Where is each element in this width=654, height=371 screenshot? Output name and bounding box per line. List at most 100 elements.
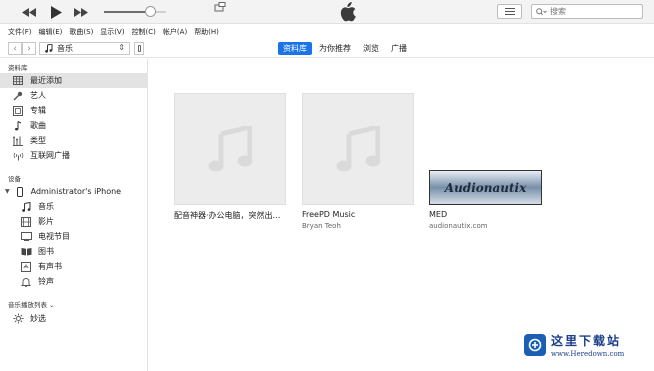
genre-icon: [12, 135, 24, 147]
sidebar: 资料库 最近添加 艺人 专辑 歌曲 类型 互联网广播 设备 ▼ Administ…: [0, 59, 148, 371]
album-artwork[interactable]: [302, 93, 414, 205]
site-watermark: 这里下载站 www.Heredown.com: [524, 328, 654, 362]
album-icon: [12, 105, 24, 117]
sidebar-item-label: 铃声: [38, 277, 54, 286]
album-card[interactable]: 配音神器·办公电脑，突然出…: [174, 93, 287, 224]
menu-edit[interactable]: 编辑(E): [39, 27, 63, 37]
sidebar-item-label: 艺人: [30, 91, 46, 100]
media-kind-label: 音乐: [57, 44, 73, 53]
play-button[interactable]: [47, 4, 65, 20]
chevron-left-icon: ‹: [13, 43, 17, 54]
sidebar-item-label: 图书: [38, 247, 54, 256]
search-field[interactable]: 搜索: [531, 4, 643, 19]
apple-logo-icon: [340, 2, 356, 22]
film-icon: [20, 216, 32, 228]
fast-forward-icon: [74, 7, 88, 17]
album-artist[interactable]: audionautix.com: [429, 222, 542, 230]
sidebar-item-label: 有声书: [38, 262, 62, 271]
device-name: Administrator's iPhone: [30, 187, 122, 196]
rewind-icon: [22, 7, 36, 17]
sidebar-item-artists[interactable]: 艺人: [0, 88, 147, 103]
album-card[interactable]: Audionautix MED audionautix.com: [429, 93, 542, 230]
music-note-placeholder-icon: [208, 126, 252, 172]
album-artwork[interactable]: Audionautix: [429, 170, 542, 205]
list-view-button[interactable]: [497, 4, 522, 19]
album-artist[interactable]: Bryan Teoh: [302, 222, 415, 230]
menu-song[interactable]: 歌曲(S): [69, 27, 93, 37]
radio-icon: [12, 150, 24, 162]
sidebar-item-label: 专辑: [30, 106, 46, 115]
sidebar-item-label: 音乐: [38, 202, 54, 211]
device-item-audiobooks[interactable]: 有声书: [0, 259, 147, 274]
tab-library[interactable]: 资料库: [278, 42, 312, 55]
album-title[interactable]: MED: [429, 210, 542, 219]
device-item-tv-shows[interactable]: 电视节目: [0, 229, 147, 244]
list-icon: [504, 8, 515, 15]
miniplayer-icon[interactable]: [214, 2, 226, 12]
sidebar-item-label: 互联网广播: [30, 151, 70, 160]
sidebar-item-label: 电视节目: [38, 232, 70, 241]
audiobook-icon: [20, 261, 32, 273]
sidebar-item-songs[interactable]: 歌曲: [0, 118, 147, 133]
note-icon: [12, 120, 24, 132]
device-item-books[interactable]: 图书: [0, 244, 147, 259]
device-button[interactable]: [134, 42, 144, 55]
watermark-url: www.Heredown.com: [551, 350, 625, 358]
updown-chevron-icon: ⇕: [118, 43, 125, 52]
navigation-bar: ‹ › 音乐 ⇕ 资料库 为你推荐 浏览 广播: [0, 39, 654, 58]
menu-help[interactable]: 帮助(H): [194, 27, 219, 37]
album-title[interactable]: FreePD Music: [302, 210, 415, 219]
volume-slider[interactable]: [104, 11, 166, 13]
download-site-logo-icon: [524, 334, 546, 356]
rewind-button[interactable]: [20, 4, 38, 20]
sidebar-item-genres[interactable]: 类型: [0, 133, 147, 148]
sidebar-item-recently-added[interactable]: 最近添加: [0, 73, 147, 88]
book-icon: [20, 246, 32, 258]
audionautix-logo: Audionautix: [444, 180, 527, 195]
device-item-movies[interactable]: 影片: [0, 214, 147, 229]
menu-controls[interactable]: 控制(C): [132, 27, 156, 37]
tab-radio[interactable]: 广播: [386, 42, 412, 55]
media-kind-select[interactable]: 音乐 ⇕: [39, 42, 130, 55]
playlists-header[interactable]: 音乐播放列表 ⌄: [8, 299, 54, 309]
tab-browse[interactable]: 浏览: [358, 42, 384, 55]
music-note-icon: [45, 44, 53, 53]
tab-bar: 资料库 为你推荐 浏览 广播: [278, 42, 414, 55]
microphone-icon: [12, 90, 24, 102]
device-item-music[interactable]: 音乐: [0, 199, 147, 214]
music-note-icon: [20, 201, 32, 213]
genius-icon: [12, 313, 24, 325]
menu-account[interactable]: 帐户(A): [163, 27, 187, 37]
sidebar-item-label: 影片: [38, 217, 54, 226]
search-placeholder: 搜索: [550, 7, 566, 16]
volume-knob[interactable]: [144, 6, 156, 17]
fast-forward-button[interactable]: [72, 4, 90, 20]
album-title[interactable]: 配音神器·办公电脑，突然出…: [174, 210, 287, 221]
chevron-right-icon: ›: [27, 43, 31, 54]
sidebar-item-internet-radio[interactable]: 互联网广播: [0, 148, 147, 163]
tv-icon: [20, 231, 32, 243]
tab-for-you[interactable]: 为你推荐: [314, 42, 356, 55]
forward-button[interactable]: ›: [22, 42, 36, 55]
watermark-title: 这里下载站: [551, 334, 622, 348]
sidebar-item-label: 类型: [30, 136, 46, 145]
grid-icon: [12, 75, 24, 87]
playlist-item-genius[interactable]: 妙选: [0, 311, 147, 326]
iphone-icon: [14, 186, 26, 198]
device-item-tones[interactable]: 铃声: [0, 274, 147, 289]
device-iphone[interactable]: ▼ Administrator's iPhone: [0, 184, 147, 199]
disclosure-triangle-icon[interactable]: ▼: [5, 188, 10, 195]
sidebar-item-label: 妙选: [30, 314, 46, 323]
sidebar-item-label: 歌曲: [30, 121, 46, 130]
player-bar: 搜索: [0, 0, 654, 24]
playlists-header-label: 音乐播放列表: [8, 301, 47, 309]
album-card[interactable]: FreePD Music Bryan Teoh: [302, 93, 415, 230]
play-icon: [50, 5, 62, 19]
menu-view[interactable]: 显示(V): [100, 27, 124, 37]
menu-file[interactable]: 文件(F): [8, 27, 32, 37]
music-note-placeholder-icon: [336, 126, 380, 172]
sidebar-item-label: 最近添加: [30, 76, 62, 85]
back-button[interactable]: ‹: [8, 42, 22, 55]
sidebar-item-albums[interactable]: 专辑: [0, 103, 147, 118]
album-artwork[interactable]: [174, 93, 286, 205]
